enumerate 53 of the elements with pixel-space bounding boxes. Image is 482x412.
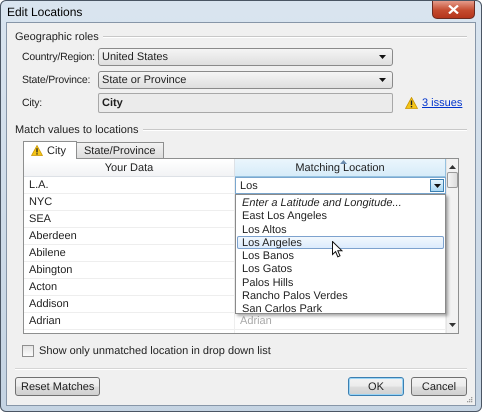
resize-grip-icon[interactable] [466, 396, 473, 403]
field-label: Country/Region: [22, 51, 96, 63]
table-cell: Abilene [24, 245, 235, 262]
location-combo[interactable]: Los [235, 177, 446, 194]
checkbox-label: Show only unmatched location in drop down list [39, 345, 271, 357]
checkbox[interactable] [22, 345, 34, 357]
list-item[interactable]: Palos Hills [237, 276, 444, 290]
field-label: City: [22, 97, 44, 109]
list-item[interactable]: East Los Angeles [237, 209, 444, 223]
field-label: State/Province: [22, 74, 92, 86]
list-item[interactable]: Enter a Latitude and Longitude... [237, 196, 444, 210]
column-header[interactable]: Your Data [24, 159, 235, 177]
close-icon [448, 5, 459, 14]
scroll-up-icon[interactable] [449, 165, 456, 169]
ok-button[interactable]: OK [348, 377, 404, 396]
table-cell: Acton [24, 279, 235, 296]
list-item[interactable]: Rancho Palos Verdes [237, 289, 444, 302]
caret-icon [434, 184, 440, 188]
warning-icon [31, 145, 43, 156]
scrollbar[interactable] [446, 159, 458, 333]
caret-icon [379, 78, 386, 82]
table-cell: Aberdeen [24, 228, 235, 245]
table-cell: SEA [24, 211, 235, 228]
button[interactable]: Cancel [411, 377, 467, 396]
list-item[interactable]: Los Banos [237, 249, 444, 262]
city-field: City [98, 93, 393, 113]
table-cell: L.A. [24, 177, 235, 194]
cursor-icon [332, 240, 343, 258]
column-header[interactable]: Matching Location [235, 159, 446, 177]
table-cell: Abington [24, 262, 235, 279]
scroll-thumb[interactable] [447, 172, 458, 188]
dropdown-button[interactable] [430, 179, 444, 192]
tab[interactable]: City [23, 141, 77, 159]
window-title: Edit Locations [7, 5, 82, 19]
caret-icon [379, 55, 386, 59]
sort-arrow-icon [340, 160, 347, 164]
dropdown-field[interactable]: State or Province [98, 71, 393, 89]
scroll-down-icon[interactable] [449, 323, 456, 327]
button[interactable]: Reset Matches [15, 377, 100, 396]
list-item[interactable]: Los Gatos [237, 262, 444, 276]
group-heading: Geographic roles [15, 31, 99, 43]
table-cell: NYC [24, 194, 235, 211]
list-item[interactable]: San Carlos Park [237, 302, 444, 316]
issues-link[interactable]: 3 issues [422, 97, 462, 109]
table-cell: Adrian [24, 313, 235, 330]
group-heading: Match values to locations [15, 124, 139, 136]
list-item[interactable]: Los Altos [237, 222, 444, 236]
close-button[interactable] [432, 1, 475, 19]
table-cell: Addison [24, 296, 235, 313]
list-item[interactable]: Los Angeles [237, 236, 444, 250]
dropdown-field[interactable]: United States [98, 48, 393, 66]
tab[interactable]: State/Province [76, 142, 164, 158]
warning-icon [405, 97, 418, 109]
